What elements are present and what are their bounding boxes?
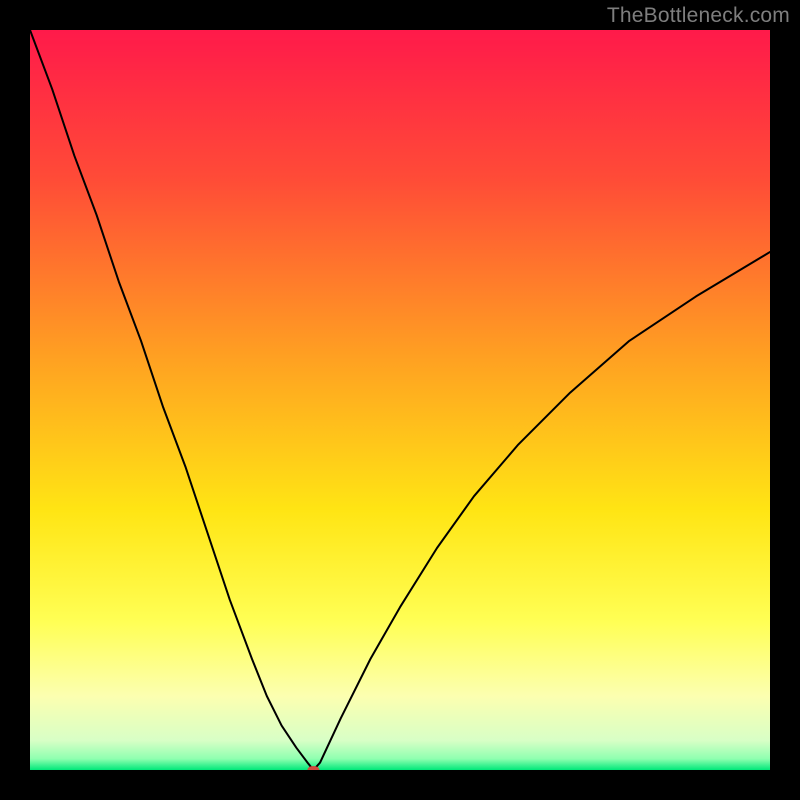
chart-frame: TheBottleneck.com: [0, 0, 800, 800]
chart-svg: [30, 30, 770, 770]
chart-background: [30, 30, 770, 770]
watermark-text: TheBottleneck.com: [607, 4, 790, 28]
plot-area: [30, 30, 770, 770]
